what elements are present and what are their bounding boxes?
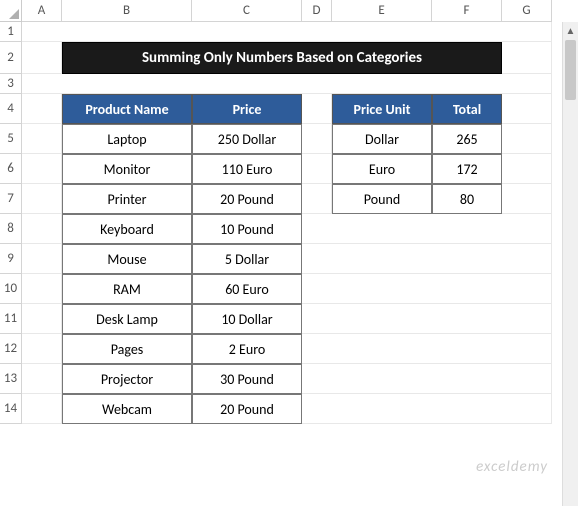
row-header-10[interactable]: 10	[0, 274, 22, 304]
cell[interactable]	[22, 214, 62, 244]
table-row[interactable]: Mouse	[62, 244, 192, 274]
table-row[interactable]: 10 Dollar	[192, 304, 302, 334]
cell[interactable]	[22, 94, 62, 124]
cell[interactable]	[22, 154, 62, 184]
table-row[interactable]: Desk Lamp	[62, 304, 192, 334]
cell[interactable]	[22, 42, 62, 74]
table-row[interactable]: 10 Pound	[192, 214, 302, 244]
row-header-5[interactable]: 5	[0, 124, 22, 154]
select-all-corner[interactable]	[0, 0, 22, 22]
row-header-2[interactable]: 2	[0, 42, 22, 74]
table-row[interactable]: RAM	[62, 274, 192, 304]
table-row[interactable]: 80	[432, 184, 502, 214]
col-header-G[interactable]: G	[502, 0, 552, 22]
table-row[interactable]: 172	[432, 154, 502, 184]
cell[interactable]	[502, 94, 552, 124]
cell[interactable]	[22, 244, 62, 274]
col-header-A[interactable]: A	[22, 0, 62, 22]
cell[interactable]	[22, 394, 62, 424]
row-header-13[interactable]: 13	[0, 364, 22, 394]
cell[interactable]	[502, 154, 552, 184]
row-header-7[interactable]: 7	[0, 184, 22, 214]
cell[interactable]	[302, 394, 552, 424]
cell[interactable]	[302, 94, 332, 124]
col-header-F[interactable]: F	[432, 0, 502, 22]
spreadsheet-grid: A B C D E F G 1 2 Summing Only Numbers B…	[0, 0, 578, 424]
table-row[interactable]: 5 Dollar	[192, 244, 302, 274]
row-header-6[interactable]: 6	[0, 154, 22, 184]
cell[interactable]	[302, 274, 552, 304]
table-row[interactable]: Printer	[62, 184, 192, 214]
row-header-4[interactable]: 4	[0, 94, 22, 124]
row-header-3[interactable]: 3	[0, 74, 22, 94]
row-header-14[interactable]: 14	[0, 394, 22, 424]
table-row[interactable]: 265	[432, 124, 502, 154]
table-row[interactable]: Pound	[332, 184, 432, 214]
table-row[interactable]: Monitor	[62, 154, 192, 184]
cell[interactable]	[22, 274, 62, 304]
col-header-E[interactable]: E	[332, 0, 432, 22]
table-row[interactable]: Pages	[62, 334, 192, 364]
table-row[interactable]: 20 Pound	[192, 394, 302, 424]
cell[interactable]	[502, 42, 552, 74]
cell[interactable]	[502, 124, 552, 154]
cell[interactable]	[502, 184, 552, 214]
table2-header-unit[interactable]: Price Unit	[332, 94, 432, 124]
cell[interactable]	[22, 334, 62, 364]
cell[interactable]	[302, 334, 552, 364]
table-row[interactable]: 30 Pound	[192, 364, 302, 394]
col-header-B[interactable]: B	[62, 0, 192, 22]
cell[interactable]	[22, 184, 62, 214]
table2-header-total[interactable]: Total	[432, 94, 502, 124]
cell[interactable]	[22, 74, 552, 94]
row-header-8[interactable]: 8	[0, 214, 22, 244]
table-row[interactable]: Webcam	[62, 394, 192, 424]
vertical-scrollbar[interactable]: ▲	[562, 22, 578, 506]
table1-header-price[interactable]: Price	[192, 94, 302, 124]
cell[interactable]	[22, 124, 62, 154]
col-header-C[interactable]: C	[192, 0, 302, 22]
scroll-thumb[interactable]	[565, 40, 576, 100]
table-row[interactable]: 60 Euro	[192, 274, 302, 304]
watermark: exceldemy	[476, 458, 548, 476]
row-header-11[interactable]: 11	[0, 304, 22, 334]
table-row[interactable]: Laptop	[62, 124, 192, 154]
cell[interactable]	[302, 304, 552, 334]
cell[interactable]	[22, 22, 552, 42]
table-row[interactable]: 250 Dollar	[192, 124, 302, 154]
cell[interactable]	[302, 244, 552, 274]
table-row[interactable]: 20 Pound	[192, 184, 302, 214]
title-banner: Summing Only Numbers Based on Categories	[62, 42, 502, 74]
table-row[interactable]: Euro	[332, 154, 432, 184]
col-header-D[interactable]: D	[302, 0, 332, 22]
row-header-12[interactable]: 12	[0, 334, 22, 364]
cell[interactable]	[302, 184, 332, 214]
cell[interactable]	[22, 304, 62, 334]
table-row[interactable]: Keyboard	[62, 214, 192, 244]
cell[interactable]	[22, 364, 62, 394]
table-row[interactable]: 2 Euro	[192, 334, 302, 364]
table-row[interactable]: 110 Euro	[192, 154, 302, 184]
scroll-up-icon[interactable]: ▲	[563, 22, 578, 38]
row-header-9[interactable]: 9	[0, 244, 22, 274]
row-header-1[interactable]: 1	[0, 22, 22, 42]
cell[interactable]	[302, 364, 552, 394]
table-row[interactable]: Projector	[62, 364, 192, 394]
table1-header-product[interactable]: Product Name	[62, 94, 192, 124]
cell[interactable]	[302, 124, 332, 154]
cell[interactable]	[302, 214, 552, 244]
cell[interactable]	[302, 154, 332, 184]
table-row[interactable]: Dollar	[332, 124, 432, 154]
